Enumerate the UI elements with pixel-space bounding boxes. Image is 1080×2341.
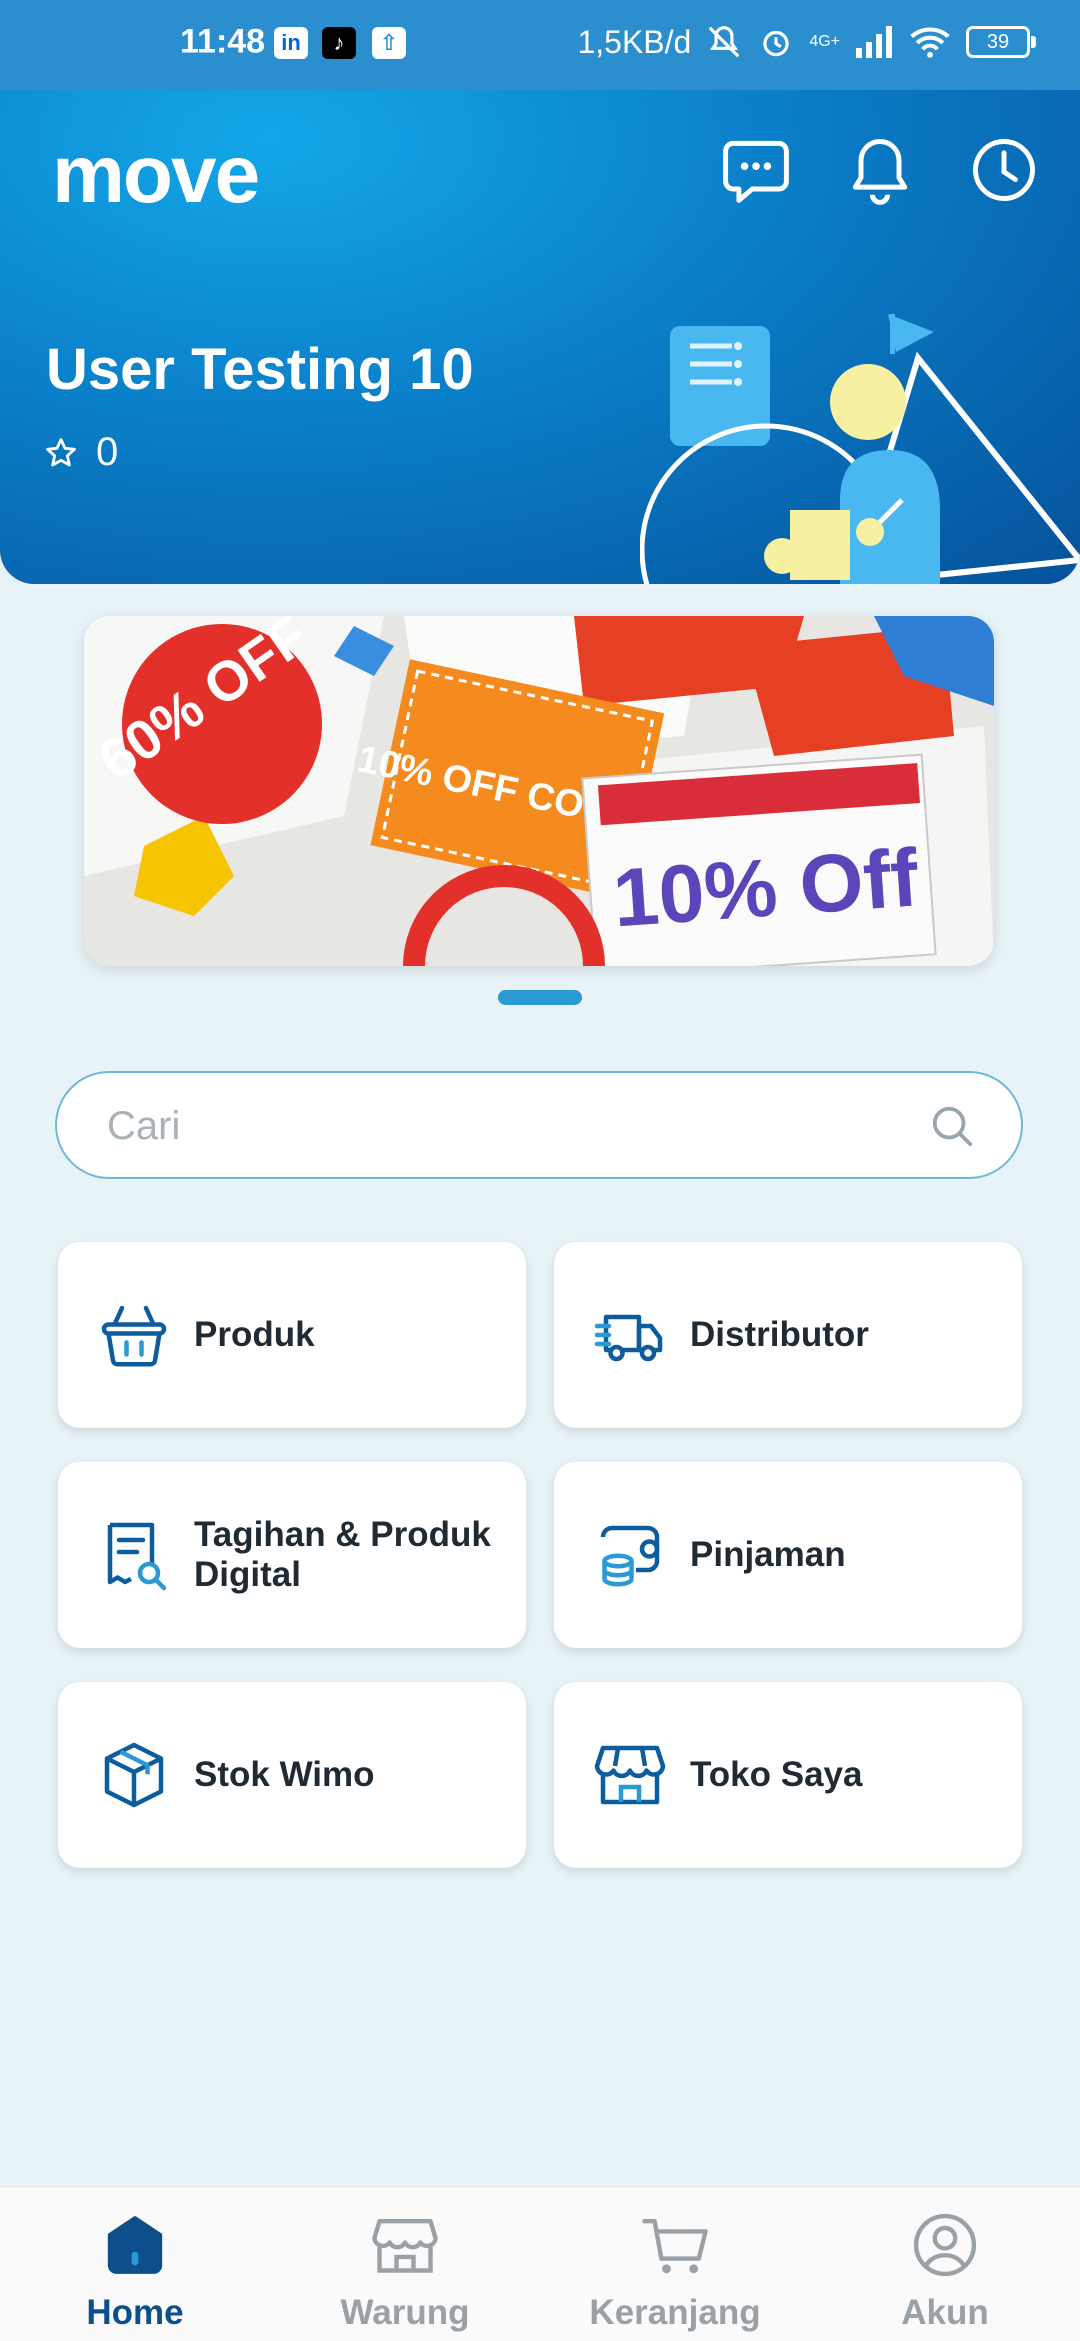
star-icon bbox=[46, 437, 76, 466]
basket-icon bbox=[101, 1305, 167, 1367]
header-illustration bbox=[640, 314, 1080, 584]
promo-banner[interactable]: 60% OFF 10% OFF COUPON 10% Off bbox=[84, 616, 994, 966]
bottom-nav: Home Warung Keranjang Akun bbox=[0, 2186, 1080, 2341]
menu-toko-saya[interactable]: Toko Saya bbox=[554, 1682, 1022, 1868]
home-icon bbox=[107, 2216, 163, 2274]
menu-label: Produk bbox=[194, 1315, 315, 1354]
menu-stok-wimo[interactable]: Stok Wimo bbox=[58, 1682, 526, 1868]
alarm-icon bbox=[763, 30, 789, 57]
linkedin-icon: in bbox=[274, 27, 308, 59]
wifi-icon bbox=[910, 27, 950, 58]
network-type: 4G+ bbox=[809, 33, 840, 50]
points-display[interactable]: 0 bbox=[44, 430, 118, 475]
tiktok-icon: ♪ bbox=[322, 27, 356, 59]
menu-label: Pinjaman bbox=[690, 1535, 846, 1574]
menu-pinjaman[interactable]: Pinjaman bbox=[554, 1462, 1022, 1648]
nav-keranjang[interactable]: Keranjang bbox=[540, 2187, 810, 2341]
bell-icon[interactable] bbox=[842, 132, 918, 208]
search-icon[interactable] bbox=[929, 1103, 975, 1149]
menu-label: Distributor bbox=[690, 1315, 869, 1354]
points-value: 0 bbox=[96, 430, 119, 474]
network-speed: 1,5KB/d bbox=[577, 23, 692, 60]
clock-icon[interactable] bbox=[966, 132, 1042, 208]
chat-icon[interactable] bbox=[718, 132, 794, 208]
nav-akun[interactable]: Akun bbox=[810, 2187, 1080, 2341]
status-right: 1,5KB/d 4G+ 39 bbox=[577, 23, 1036, 61]
signal-icon bbox=[856, 26, 892, 58]
receipt-search-icon bbox=[107, 1522, 167, 1591]
battery-icon: 39 bbox=[966, 26, 1036, 58]
app-notification-icon: ⇧ bbox=[372, 27, 406, 59]
mute-icon bbox=[708, 26, 740, 58]
account-icon bbox=[913, 2213, 977, 2277]
menu-tagihan-produk-digital[interactable]: Tagihan & Produk Digital bbox=[58, 1462, 526, 1648]
status-time: 11:48 bbox=[180, 22, 266, 61]
nav-home[interactable]: Home bbox=[0, 2187, 270, 2341]
warung-icon bbox=[372, 2218, 438, 2273]
nav-label: Warung bbox=[340, 2293, 470, 2332]
search-input[interactable] bbox=[105, 1073, 909, 1179]
nav-label: Home bbox=[86, 2293, 184, 2332]
nav-label: Keranjang bbox=[589, 2293, 761, 2332]
status-bar: 11:48 in ♪ ⇧ 1,5KB/d 4G+ 39 bbox=[0, 0, 1080, 90]
box-icon bbox=[104, 1742, 164, 1808]
user-name: User Testing 10 bbox=[46, 337, 474, 402]
cart-icon bbox=[642, 2218, 708, 2274]
menu-produk[interactable]: Produk bbox=[58, 1242, 526, 1428]
loan-icon bbox=[600, 1525, 660, 1587]
app-logo: move bbox=[52, 129, 260, 220]
menu-label: Toko Saya bbox=[690, 1755, 863, 1794]
nav-warung[interactable]: Warung bbox=[270, 2187, 540, 2341]
banner-pager-indicator[interactable] bbox=[498, 990, 582, 1005]
store-icon bbox=[594, 1745, 666, 1805]
menu-distributor[interactable]: Distributor bbox=[554, 1242, 1022, 1428]
truck-icon bbox=[594, 1314, 663, 1362]
menu-label: Tagihan & Produk Digital bbox=[194, 1515, 491, 1594]
promo-banner-image: 60% OFF 10% OFF COUPON 10% Off bbox=[84, 616, 994, 966]
nav-label: Akun bbox=[901, 2293, 989, 2332]
menu-label: Stok Wimo bbox=[194, 1755, 375, 1794]
profile-header: move User Testing 10 0 bbox=[0, 90, 1080, 584]
search-bar[interactable] bbox=[55, 1071, 1023, 1179]
